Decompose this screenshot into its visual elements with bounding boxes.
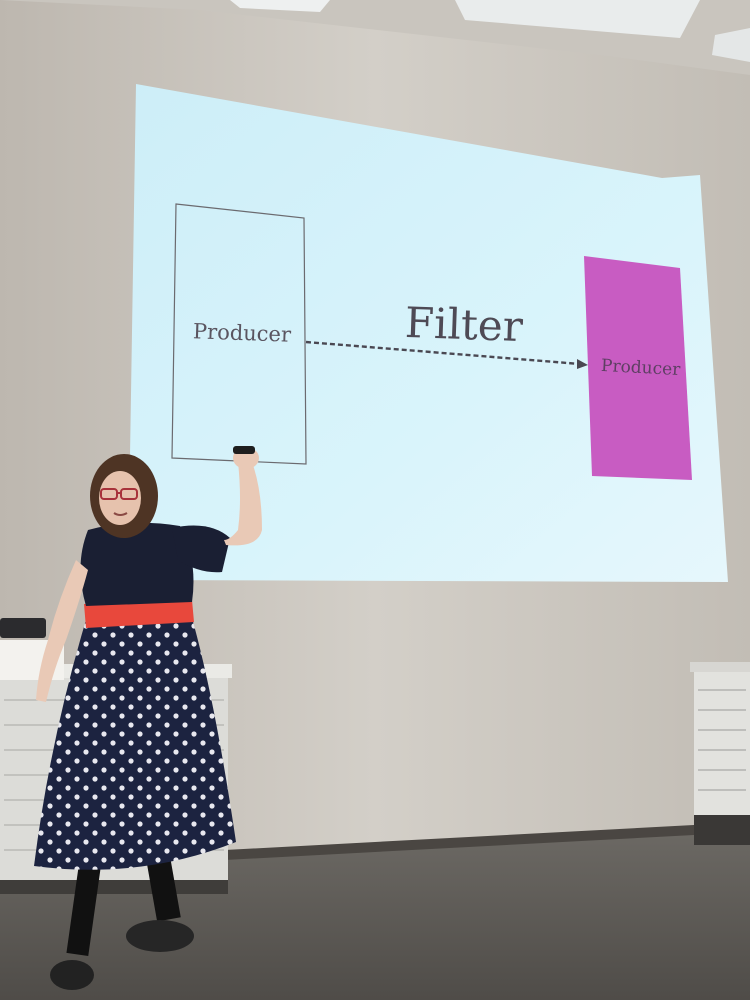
photo-scene	[0, 0, 750, 1000]
lectern-base	[0, 880, 228, 894]
right-producer-label: Producer	[600, 355, 681, 381]
presenter-shoe	[50, 960, 94, 990]
filter-label: Filter	[404, 297, 524, 352]
side-cabinet-top	[690, 662, 750, 672]
side-cabinet-base	[694, 815, 750, 845]
clicker-remote	[233, 446, 255, 454]
left-producer-label: Producer	[192, 319, 292, 347]
laptop	[0, 618, 46, 638]
presenter-shoe	[126, 920, 194, 952]
